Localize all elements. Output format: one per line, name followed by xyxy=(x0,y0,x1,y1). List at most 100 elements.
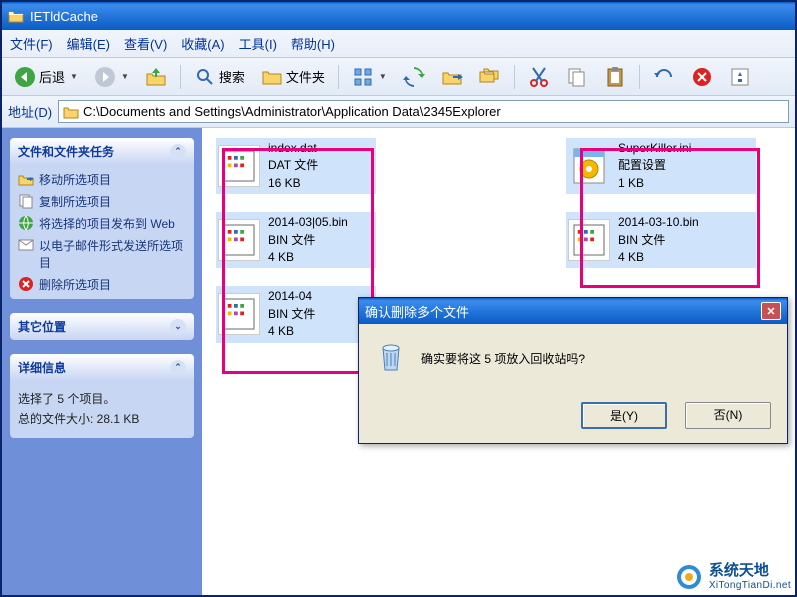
up-button[interactable] xyxy=(139,63,173,91)
task-publish[interactable]: 将选择的项目发布到 Web xyxy=(18,215,186,232)
dialog-message: 确实要将这 5 项放入回收站吗? xyxy=(421,350,585,367)
dialog-titlebar[interactable]: 确认删除多个文件 ✕ xyxy=(359,298,787,324)
address-input[interactable]: C:\Documents and Settings\Administrator\… xyxy=(58,100,789,123)
no-button[interactable]: 否(N) xyxy=(685,402,771,429)
yes-button[interactable]: 是(Y) xyxy=(581,402,667,429)
file-name: 2014-03-10.bin xyxy=(618,214,699,231)
tasks-panel: 文件和文件夹任务 ⌃ 移动所选项目 复制所选项目 将选择的项目发布到 Web 以… xyxy=(10,138,194,299)
file-size: 4 KB xyxy=(268,249,348,266)
folders-icon xyxy=(261,66,283,88)
file-type: BIN 文件 xyxy=(268,306,315,323)
tasks-panel-header[interactable]: 文件和文件夹任务 ⌃ xyxy=(10,138,194,165)
recycle-bin-icon xyxy=(375,342,407,374)
copy-icon xyxy=(18,193,34,209)
task-label: 删除所选项目 xyxy=(39,276,111,293)
bin-file-icon xyxy=(568,219,610,261)
copy-to-button[interactable] xyxy=(473,63,507,91)
paste-button[interactable] xyxy=(598,63,632,91)
file-size: 4 KB xyxy=(618,249,699,266)
address-label: 地址(D) xyxy=(8,102,52,121)
task-label: 复制所选项目 xyxy=(39,193,111,210)
file-item[interactable]: 2014-04BIN 文件4 KB xyxy=(216,286,376,342)
properties-button[interactable] xyxy=(723,63,757,91)
task-copy[interactable]: 复制所选项目 xyxy=(18,193,186,210)
back-label: 后退 xyxy=(39,67,65,86)
file-name: 2014-04 xyxy=(268,288,315,305)
search-button[interactable]: 搜索 xyxy=(188,63,251,91)
folder-icon xyxy=(8,9,24,23)
close-button[interactable]: ✕ xyxy=(761,302,781,320)
folder-up-icon xyxy=(145,66,167,88)
other-panel: 其它位置 ⌄ xyxy=(10,313,194,340)
cut-button[interactable] xyxy=(522,63,556,91)
task-delete[interactable]: 删除所选项目 xyxy=(18,276,186,293)
title-bar[interactable]: IETldCache xyxy=(2,2,795,30)
views-button[interactable]: ▼ xyxy=(346,63,393,91)
menu-favorites[interactable]: 收藏(A) xyxy=(181,34,224,53)
menu-file[interactable]: 文件(F) xyxy=(10,34,53,53)
dialog-title: 确认删除多个文件 xyxy=(365,302,469,321)
dialog-body: 确实要将这 5 项放入回收站吗? xyxy=(359,324,787,392)
file-type: 配置设置 xyxy=(618,157,691,174)
back-arrow-icon xyxy=(14,66,36,88)
undo-button[interactable] xyxy=(647,63,681,91)
menu-edit[interactable]: 编辑(E) xyxy=(67,34,110,53)
task-move[interactable]: 移动所选项目 xyxy=(18,171,186,188)
folder-move-icon xyxy=(441,66,463,88)
address-bar: 地址(D) C:\Documents and Settings\Administ… xyxy=(2,96,795,128)
details-panel-header[interactable]: 详细信息 ⌃ xyxy=(10,354,194,381)
folders-label: 文件夹 xyxy=(286,67,325,86)
file-item[interactable]: 2014-03|05.binBIN 文件4 KB xyxy=(216,212,376,268)
sync-icon xyxy=(403,66,425,88)
back-button[interactable]: 后退 ▼ xyxy=(8,63,84,91)
task-label: 移动所选项目 xyxy=(39,171,111,188)
menu-tools[interactable]: 工具(I) xyxy=(239,34,277,53)
task-email[interactable]: 以电子邮件形式发送所选项目 xyxy=(18,237,186,271)
other-title: 其它位置 xyxy=(18,318,66,335)
forward-arrow-icon xyxy=(94,66,116,88)
details-size: 总的文件大小: 28.1 KB xyxy=(18,409,186,429)
confirm-dialog: 确认删除多个文件 ✕ 确实要将这 5 项放入回收站吗? 是(Y) 否(N) xyxy=(358,297,788,444)
sidebar: 文件和文件夹任务 ⌃ 移动所选项目 复制所选项目 将选择的项目发布到 Web 以… xyxy=(2,128,202,595)
other-panel-header[interactable]: 其它位置 ⌄ xyxy=(10,313,194,340)
file-name: SuperKiller.ini xyxy=(618,140,691,157)
separator xyxy=(639,65,640,89)
delete-icon xyxy=(691,66,713,88)
move-to-button[interactable] xyxy=(435,63,469,91)
file-item[interactable]: 2014-03-10.binBIN 文件4 KB xyxy=(566,212,756,268)
scissors-icon xyxy=(528,66,550,88)
bin-file-icon xyxy=(218,219,260,261)
file-type: DAT 文件 xyxy=(268,157,318,174)
copy-button[interactable] xyxy=(560,63,594,91)
globe-icon xyxy=(18,215,34,231)
file-item[interactable]: SuperKiller.ini配置设置1 KB xyxy=(566,138,756,194)
folder-icon xyxy=(63,105,79,119)
chevron-down-icon: ▼ xyxy=(121,72,129,81)
bin-file-icon xyxy=(218,293,260,335)
copy-icon xyxy=(566,66,588,88)
watermark-url: XiTongTianDi.net xyxy=(709,580,791,591)
separator xyxy=(514,65,515,89)
dat-file-icon xyxy=(218,145,260,187)
folders-button[interactable]: 文件夹 xyxy=(255,63,331,91)
forward-button[interactable]: ▼ xyxy=(88,63,135,91)
search-icon xyxy=(194,66,216,88)
details-panel: 详细信息 ⌃ 选择了 5 个项目。 总的文件大小: 28.1 KB xyxy=(10,354,194,438)
file-size: 4 KB xyxy=(268,323,315,340)
separator xyxy=(338,65,339,89)
collapse-icon: ⌃ xyxy=(170,360,186,376)
watermark: 系统天地 XiTongTianDi.net xyxy=(675,563,791,591)
clipboard-icon xyxy=(604,66,626,88)
chevron-down-icon: ▼ xyxy=(379,72,387,81)
mail-icon xyxy=(18,237,34,253)
file-item[interactable]: index.datDAT 文件16 KB xyxy=(216,138,376,194)
sync-button[interactable] xyxy=(397,63,431,91)
search-label: 搜索 xyxy=(219,67,245,86)
details-title: 详细信息 xyxy=(18,359,66,376)
delete-icon xyxy=(18,276,34,292)
menu-help[interactable]: 帮助(H) xyxy=(291,34,335,53)
collapse-icon: ⌃ xyxy=(170,144,186,160)
delete-button[interactable] xyxy=(685,63,719,91)
task-label: 以电子邮件形式发送所选项目 xyxy=(39,237,186,271)
menu-view[interactable]: 查看(V) xyxy=(124,34,167,53)
